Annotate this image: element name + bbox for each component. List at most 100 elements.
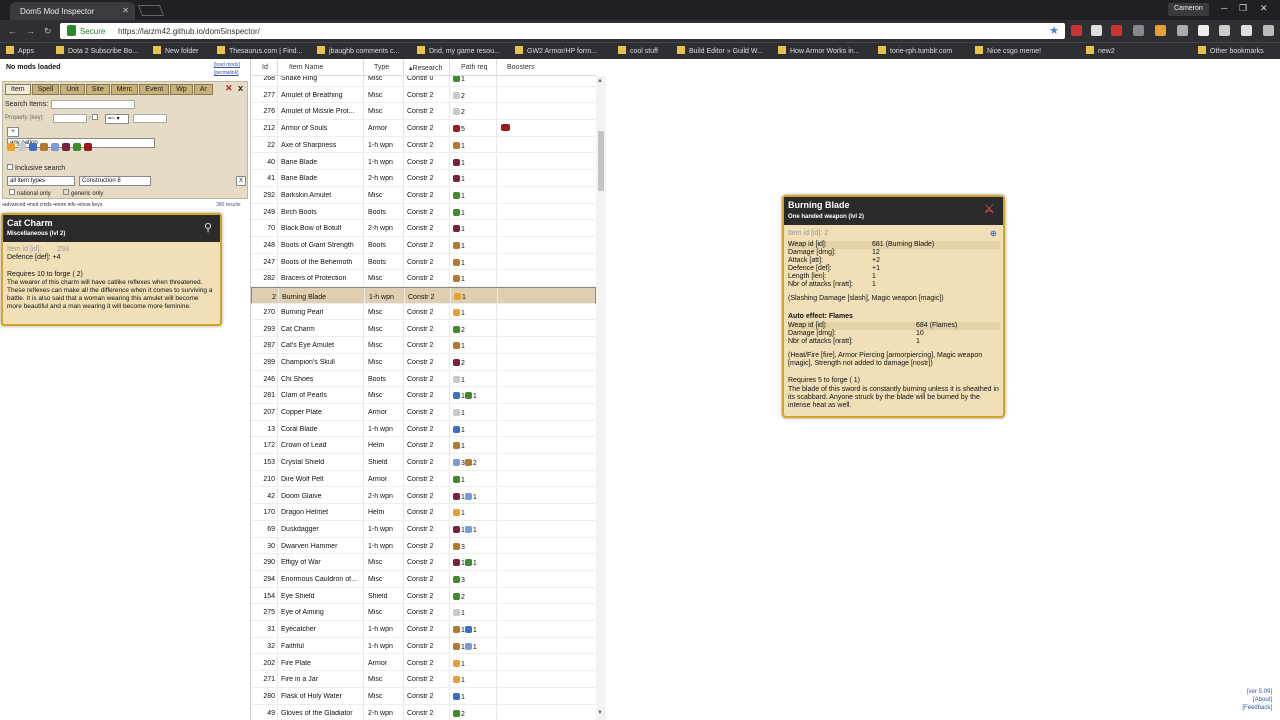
col-path-req[interactable]: Path req [461, 64, 487, 71]
table-row[interactable]: 41 Bane Blade 2-h wpn Constr 2 1 [251, 170, 596, 187]
bookmark-item[interactable]: new2 [1086, 46, 1115, 55]
property-value-input[interactable] [133, 114, 167, 123]
table-row[interactable]: 30 Dwarven Hammer 1-h wpn Constr 2 3 [251, 537, 596, 555]
table-row[interactable]: 248 Boots of Giant Strength Boots Constr 2 1 [251, 237, 596, 254]
tab-event[interactable]: Event [139, 84, 170, 95]
table-row[interactable]: 40 Bane Blade 1-h wpn Constr 2 1 [251, 153, 596, 171]
col-item-name[interactable]: Item Name [289, 64, 323, 71]
table-row[interactable]: 202 Fire Plate Armor Constr 2 1 [251, 654, 596, 672]
item-detail-popup[interactable]: Burning Blade One handed weapon (lvl 2) … [782, 195, 1005, 418]
generic-only-checkbox[interactable]: generic only [63, 189, 103, 197]
scroll-up-icon[interactable]: ▲ [597, 78, 603, 84]
permalink-link[interactable]: [permalink] [214, 69, 240, 77]
table-row[interactable]: 212 Armor of Souls Armor Constr 2 5 [251, 120, 596, 137]
col-boosters[interactable]: Boosters [507, 64, 535, 71]
table-row[interactable]: 13 Coral Blade 1-h wpn Constr 2 1 [251, 420, 596, 438]
table-row[interactable]: 207 Copper Plate Armor Constr 2 1 [251, 404, 596, 421]
mods-links[interactable]: [load mods] [permalink] [214, 61, 240, 77]
adblock-icon[interactable] [1111, 25, 1122, 36]
table-row[interactable]: 170 Dragon Helmet Helm Constr 2 1 [251, 504, 596, 521]
extension-icon[interactable] [1241, 25, 1252, 36]
clear-icon[interactable]: ✕ [225, 83, 233, 94]
table-row[interactable]: 247 Boots of the Behemoth Boots Constr 2 1 [251, 253, 596, 271]
bookmark-item[interactable]: How Armor Works in... [778, 46, 860, 55]
astral-path-icon[interactable] [51, 143, 59, 151]
water-path-icon[interactable] [29, 143, 37, 151]
minimize-icon[interactable]: ─ [1221, 3, 1227, 13]
property-key-input[interactable] [53, 114, 87, 123]
bookmark-item[interactable]: torie-rph.tumblr.com [878, 46, 952, 55]
about-link[interactable]: [About] [1242, 696, 1272, 704]
tab-site[interactable]: Site [85, 84, 110, 95]
table-row[interactable]: 277 Amulet of Breathing Misc Constr 2 2 [251, 86, 596, 104]
inclusive-search-checkbox[interactable]: Inclusive search [7, 164, 65, 172]
item-type-select[interactable]: all item types [7, 176, 75, 186]
forward-icon[interactable]: → [26, 26, 35, 36]
tab-merc[interactable]: Merc [110, 84, 139, 95]
table-row[interactable]: 172 Crown of Lead Helm Constr 2 1 [251, 437, 596, 455]
table-row[interactable]: 154 Eye Shield Shield Constr 2 2 [251, 587, 596, 605]
options-links[interactable]: ▪advanced ▪mod cmds ▪more info ▪show key… [2, 202, 102, 208]
tab-item[interactable]: Item [5, 84, 31, 95]
bookmark-item[interactable]: Other bookmarks [1198, 46, 1264, 55]
extension-icon[interactable] [1071, 25, 1082, 36]
table-row[interactable]: 276 Amulet of Missile Prot... Misc Constr 2… [251, 103, 596, 121]
earth-path-icon[interactable] [40, 143, 48, 151]
clear-filters-button[interactable]: X [236, 176, 246, 186]
tab-unit[interactable]: Unit [60, 84, 85, 95]
menu-icon[interactable] [1263, 25, 1274, 36]
table-row[interactable]: 2 Burning Blade 1-h wpn Constr 2 1 [251, 287, 596, 305]
table-row[interactable]: 246 Chi Shoes Boots Constr 2 1 [251, 370, 596, 388]
table-row[interactable]: 69 Duskdagger 1-h wpn Constr 2 11 [251, 520, 596, 538]
table-row[interactable]: 270 Burning Pearl Misc Constr 2 1 [251, 303, 596, 321]
scroll-thumb[interactable] [598, 131, 604, 191]
item-card[interactable]: Cat Charm Miscellaneous (lvl 2) ⚲ Item i… [1, 213, 222, 326]
table-row[interactable]: 282 Bracers of Protection Misc Constr 2 1 [251, 270, 596, 288]
air-path-icon[interactable] [18, 143, 26, 151]
table-row[interactable]: 31 Eyecatcher 1-h wpn Constr 2 11 [251, 621, 596, 638]
bookmark-item[interactable]: Nice csgo meme! [975, 46, 1041, 55]
tab-ar[interactable]: Ar [193, 84, 213, 95]
table-row[interactable]: 49 Gloves of the Gladiator 2-h wpn Constr 2… [251, 704, 596, 720]
table-row[interactable]: 249 Birch Boots Boots Constr 2 1 [251, 203, 596, 221]
search-input[interactable] [51, 100, 135, 109]
col-type[interactable]: Type [374, 64, 389, 71]
new-tab-button[interactable] [137, 5, 165, 16]
table-row[interactable]: 281 Clam of Pearls Misc Constr 2 11 [251, 387, 596, 404]
not-checkbox[interactable]: ! [89, 114, 100, 122]
national-only-checkbox[interactable]: national only [9, 189, 51, 197]
feedback-link[interactable]: [Feedback] [1242, 704, 1272, 712]
extension-icon[interactable] [1133, 25, 1144, 36]
table-row[interactable]: 210 Dire Wolf Pelt Armor Constr 2 1 [251, 470, 596, 488]
table-row[interactable]: 294 Enormous Cauldron of... Misc Constr 2 3 [251, 571, 596, 588]
close-window-icon[interactable]: ✕ [1260, 3, 1268, 14]
bookmark-item[interactable]: Apps [6, 46, 34, 55]
close-tab-icon[interactable]: ✕ [122, 6, 129, 15]
scroll-down-icon[interactable]: ▼ [597, 710, 603, 716]
extension-icon[interactable] [1177, 25, 1188, 36]
table-row[interactable]: 290 Effigy of War Misc Constr 2 11 [251, 554, 596, 571]
back-icon[interactable]: ← [8, 26, 17, 36]
operator-select[interactable]: =~ ▾ [105, 114, 129, 124]
table-row[interactable]: 275 Eye of Aiming Misc Constr 2 1 [251, 604, 596, 622]
profile-button[interactable]: Cameron [1168, 3, 1209, 16]
table-row[interactable]: 287 Cat's Eye Amulet Misc Constr 2 1 [251, 337, 596, 354]
bookmark-item[interactable]: Build Editor » Guild W... [677, 46, 763, 55]
reload-icon[interactable]: ↻ [44, 26, 52, 37]
table-row[interactable]: 42 Doom Glaive 2-h wpn Constr 2 11 [251, 487, 596, 505]
blood-path-icon[interactable] [84, 143, 92, 151]
table-row[interactable]: 153 Crystal Shield Shield Constr 2 32 [251, 454, 596, 471]
table-row[interactable]: 32 Faithful 1-h wpn Constr 2 11 [251, 637, 596, 655]
table-row[interactable]: 289 Champion's Skull Misc Constr 2 2 [251, 353, 596, 371]
bookmark-item[interactable]: Dota 2 Subscribe Bo... [56, 46, 138, 55]
construction-select[interactable]: Construction 8 [79, 176, 151, 186]
fire-path-icon[interactable] [7, 143, 15, 151]
bookmark-star-icon[interactable]: ★ [1049, 24, 1059, 37]
table-row[interactable]: 271 Fire in a Jar Misc Constr 2 1 [251, 671, 596, 688]
bookmark-item[interactable]: Thesaurus.com | Find... [217, 46, 302, 55]
browser-tab[interactable]: Dom5 Mod Inspector ✕ [10, 2, 135, 20]
info-icon[interactable]: ⊕ [990, 229, 997, 238]
death-path-icon[interactable] [62, 143, 70, 151]
table-row[interactable]: 22 Axe of Sharpness 1-h wpn Constr 2 1 [251, 136, 596, 154]
bookmark-item[interactable]: jbaughb comments c... [317, 46, 399, 55]
